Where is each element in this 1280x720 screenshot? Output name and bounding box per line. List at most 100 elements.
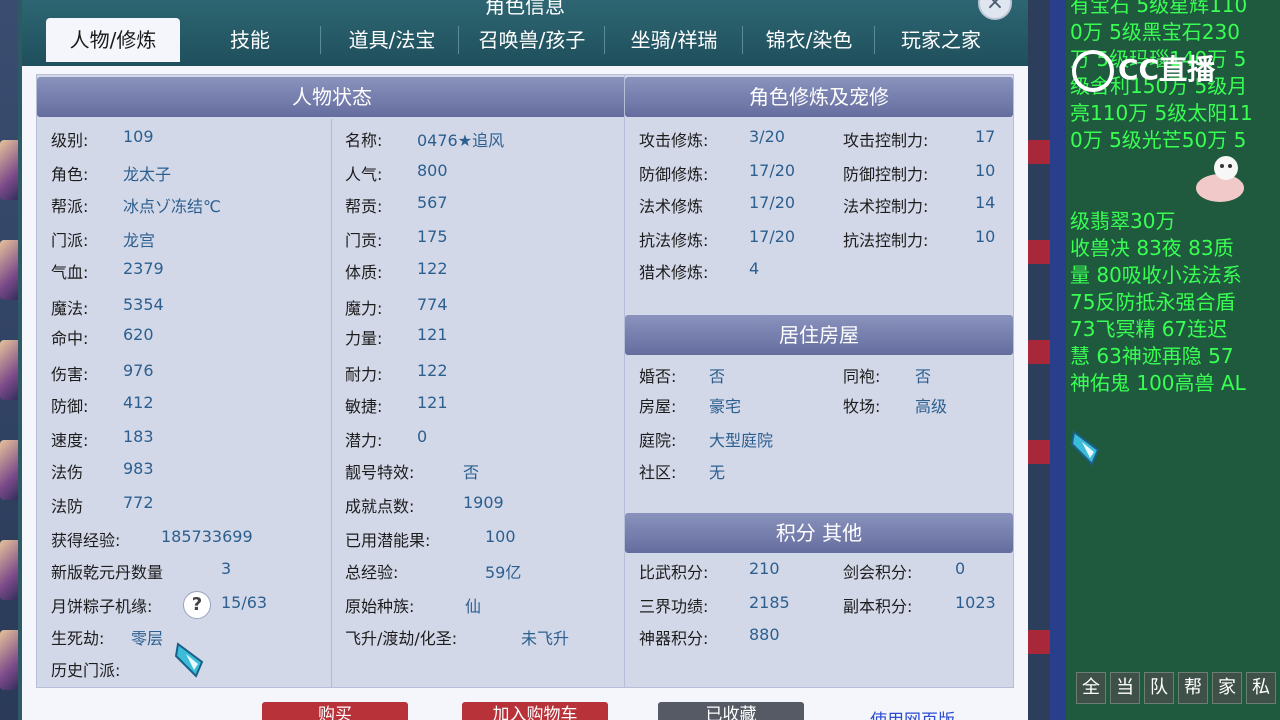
favorited-button[interactable]: 已收藏 <box>658 702 804 720</box>
stat-label: 生死劫: <box>51 629 105 648</box>
stat-value: 1023 <box>955 593 996 612</box>
stat-label: 神器积分: <box>639 629 709 648</box>
stat-label: 原始种族: <box>345 597 415 616</box>
stat-value: 15/63 <box>221 593 268 612</box>
side-button[interactable] <box>1028 340 1050 364</box>
stat-value: 3 <box>221 559 232 578</box>
stat-value: 59亿 <box>485 563 522 582</box>
side-button[interactable] <box>1028 240 1050 264</box>
side-button[interactable] <box>1028 440 1050 464</box>
help-icon[interactable]: ? <box>183 591 211 619</box>
stat-label: 法术修炼 <box>639 197 704 216</box>
stat-value: 100 <box>485 527 516 546</box>
tab-separator <box>458 26 459 54</box>
cc-live-logo: CC直播 <box>1072 48 1215 92</box>
chat-line: 量 80吸收小法法系 <box>1070 263 1242 287</box>
stat-label: 人气: <box>345 165 383 184</box>
web-version-link[interactable]: 使用网页版 <box>870 706 955 720</box>
stat-value: 880 <box>749 625 780 644</box>
stat-label: 抗法控制力: <box>843 231 929 250</box>
stat-value: 未飞升 <box>521 629 570 648</box>
stat-label: 级别: <box>51 131 89 150</box>
stat-label: 飞升/渡劫/化圣: <box>345 629 458 648</box>
stat-label: 已用潜能果: <box>345 531 431 550</box>
stat-label: 历史门派: <box>51 661 121 680</box>
stat-label: 新版乾元丹数量 <box>51 563 164 582</box>
stat-label: 抗法修炼: <box>639 231 709 250</box>
add-to-cart-button[interactable]: 加入购物车 <box>462 702 608 720</box>
stat-label: 潜力: <box>345 431 383 450</box>
stat-label: 社区: <box>639 463 677 482</box>
stat-label: 气血: <box>51 263 89 282</box>
chat-channel-button[interactable]: 队 <box>1144 672 1174 704</box>
tab-separator <box>874 26 875 54</box>
stat-label: 法术控制力: <box>843 197 929 216</box>
tab-player-home[interactable]: 玩家之家 <box>876 18 1006 62</box>
stat-value: 412 <box>123 393 154 412</box>
dialog-title: 角色信息 <box>485 0 565 18</box>
stat-value: 620 <box>123 325 154 344</box>
stat-value: 983 <box>123 459 154 478</box>
stat-value: 0476★追风 <box>417 131 505 150</box>
buy-button[interactable]: 购买 <box>262 702 408 720</box>
stat-label: 帮贡: <box>345 197 383 216</box>
chat-channel-button[interactable]: 私 <box>1246 672 1276 704</box>
stat-value: 无 <box>709 463 726 482</box>
stat-value: 567 <box>417 193 448 212</box>
stat-label: 法防 <box>51 497 84 516</box>
side-button[interactable] <box>1028 630 1050 654</box>
chat-line: 级翡翠30万 <box>1070 209 1176 233</box>
stat-value: 仙 <box>465 597 482 616</box>
tab-mounts[interactable]: 坐骑/祥瑞 <box>606 18 742 62</box>
tab-outfits[interactable]: 锦衣/染色 <box>744 18 874 62</box>
stat-value: 龙宫 <box>123 231 156 250</box>
stat-label: 敏捷: <box>345 397 383 416</box>
stat-label: 门派: <box>51 231 89 250</box>
stat-label: 攻击控制力: <box>843 131 929 150</box>
stat-value: 0 <box>955 559 966 578</box>
stat-label: 总经验: <box>345 563 399 582</box>
section-header: 角色修炼及宠修 <box>625 77 1013 117</box>
chat-channel-button[interactable]: 当 <box>1110 672 1140 704</box>
stat-label: 防御修炼: <box>639 165 709 184</box>
stat-label: 副本积分: <box>843 597 913 616</box>
tab-character[interactable]: 人物/修炼 <box>46 18 180 62</box>
stat-value: 774 <box>417 295 448 314</box>
side-button[interactable] <box>1028 140 1050 164</box>
stat-value: 否 <box>709 367 726 386</box>
stat-value: 0 <box>417 427 428 446</box>
stat-label: 婚否: <box>639 367 677 386</box>
stat-value: 121 <box>417 325 448 344</box>
chat-channel-button[interactable]: 家 <box>1212 672 1242 704</box>
stat-label: 成就点数: <box>345 497 415 516</box>
stat-value: 2379 <box>123 259 164 278</box>
tab-items[interactable]: 道具/法宝 <box>328 18 456 62</box>
stat-value: 800 <box>417 161 448 180</box>
stat-label: 帮派: <box>51 197 89 216</box>
chat-line: 73飞冥精 67连迟 <box>1070 317 1228 341</box>
stat-value: 122 <box>417 259 448 278</box>
chat-line: 神佑鬼 100高兽 AL <box>1070 371 1246 395</box>
gem-cursor-icon <box>174 642 204 678</box>
stat-value: 17 <box>975 127 996 146</box>
stat-value: 185733699 <box>161 527 253 546</box>
tab-pets[interactable]: 召唤兽/孩子 <box>460 18 604 62</box>
stat-label: 耐力: <box>345 365 383 384</box>
chat-channel-button[interactable]: 全 <box>1076 672 1106 704</box>
stat-value: 高级 <box>915 397 948 416</box>
character-info-dialog: 人物/修炼 技能 道具/法宝 召唤兽/孩子 坐骑/祥瑞 锦衣/染色 玩家之家 ×… <box>22 0 1028 720</box>
stat-label: 月饼粽子机缘: <box>51 597 153 616</box>
tab-skills[interactable]: 技能 <box>192 18 308 62</box>
stat-value: 10 <box>975 227 996 246</box>
chat-scrollbar[interactable] <box>1050 0 1066 720</box>
stat-value: 17/20 <box>749 161 796 180</box>
stat-label: 剑会积分: <box>843 563 913 582</box>
section-header: 积分 其他 <box>625 513 1013 553</box>
column-divider <box>331 119 332 687</box>
character-status-panel: 人物状态 级别: 109 角色: 龙太子 帮派: 冰点ゾ冻结℃ 门派: 龙宫 气血: 2379 魔法… <box>36 74 628 688</box>
stat-value: 豪宅 <box>709 397 742 416</box>
chat-line: 0万 5级黑宝石230 <box>1070 20 1240 44</box>
stat-value: 772 <box>123 493 154 512</box>
stat-value: 冰点ゾ冻结℃ <box>123 197 221 216</box>
chat-channel-button[interactable]: 帮 <box>1178 672 1208 704</box>
